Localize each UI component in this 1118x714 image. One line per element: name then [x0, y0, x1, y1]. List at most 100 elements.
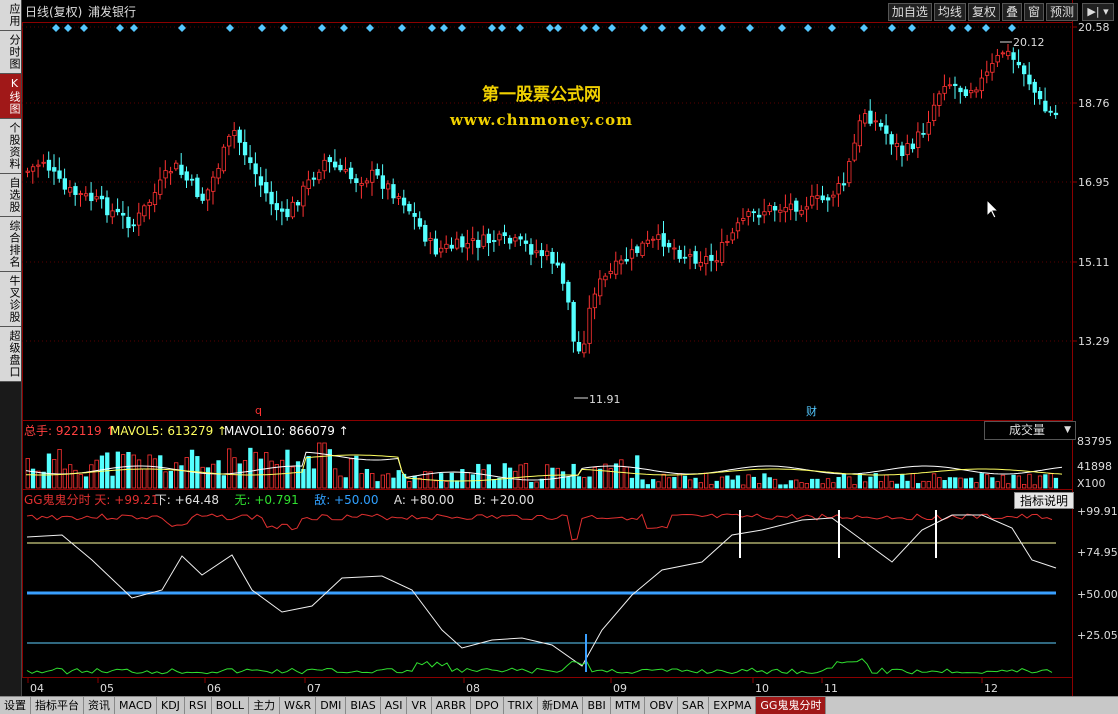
volume-bar	[926, 481, 931, 489]
tab-1[interactable]: 指标平台	[31, 697, 84, 714]
candle-body	[269, 191, 274, 205]
candle-body	[25, 170, 30, 173]
tab-2[interactable]: 资讯	[84, 697, 115, 714]
tab-15[interactable]: TRIX	[504, 697, 538, 714]
candle-body	[375, 168, 380, 176]
volume-bar	[518, 464, 523, 489]
sidebar-item-7[interactable]: 超级盘口	[0, 327, 21, 382]
candle-body	[142, 205, 147, 217]
volume-dropdown[interactable]: 成交量 ▼	[984, 421, 1076, 440]
diamond-marker	[592, 24, 600, 32]
volume-bar	[624, 466, 629, 489]
toolbar-button-3[interactable]: 叠	[1001, 3, 1022, 21]
candle-body	[1048, 110, 1053, 113]
volume-bar	[560, 471, 566, 489]
volume-bar	[587, 476, 592, 489]
candle-body	[751, 211, 756, 214]
candle-body	[926, 122, 931, 135]
tab-22[interactable]: GG鬼鬼分时	[756, 697, 827, 714]
volume-bar	[338, 475, 343, 489]
volume-bar	[884, 474, 889, 489]
candle-body	[264, 182, 269, 194]
tab-4[interactable]: KDJ	[157, 697, 185, 714]
toolbar-button-0[interactable]: 加自选	[887, 3, 932, 21]
tab-6[interactable]: BOLL	[212, 697, 250, 714]
sidebar-item-5[interactable]: 综合排名	[0, 217, 21, 272]
indicator-help-button[interactable]: 指标说明	[1014, 492, 1074, 509]
candle-body	[979, 77, 984, 92]
volume-bar	[921, 480, 926, 489]
tab-21[interactable]: EXPMA	[709, 697, 757, 714]
toolbar-button-5[interactable]: 预测	[1045, 3, 1078, 21]
diamond-marker	[258, 24, 266, 32]
diamond-marker	[226, 24, 234, 32]
diamond-marker	[640, 24, 648, 32]
diamond-marker	[1008, 24, 1016, 32]
volume-legend-2: MAVOL10: 866079 ↑	[224, 424, 349, 438]
tab-9[interactable]: DMI	[316, 697, 347, 714]
volume-bar	[168, 470, 174, 489]
price-axis-label: 20.58	[1078, 21, 1110, 34]
tab-12[interactable]: VR	[407, 697, 432, 714]
tab-19[interactable]: OBV	[645, 697, 678, 714]
sidebar-item-3[interactable]: 个股资料	[0, 119, 21, 174]
toolbar-button-1[interactable]: 均线	[933, 3, 966, 21]
candle-body	[963, 89, 968, 96]
volume-bar	[290, 466, 295, 489]
tab-3[interactable]: MACD	[115, 697, 157, 714]
volume-bar	[57, 449, 62, 489]
price-axis-label: 15.11	[1078, 256, 1110, 269]
candle-body	[370, 169, 375, 183]
tab-17[interactable]: BBI	[583, 697, 611, 714]
volume-bar	[486, 464, 492, 489]
candle-body	[629, 249, 635, 259]
candle-body	[635, 246, 640, 253]
volume-bar	[248, 447, 253, 489]
chart-title: 日线(复权)	[25, 5, 82, 19]
month-label: 08	[466, 682, 480, 695]
sky-line	[26, 513, 1053, 541]
volume-bar	[566, 476, 571, 489]
sidebar-item-4[interactable]: 自选股	[0, 174, 21, 217]
sidebar-item-2[interactable]: K线图	[0, 74, 21, 119]
sidebar-item-0[interactable]: 应用	[0, 0, 21, 31]
tab-5[interactable]: RSI	[185, 697, 212, 714]
sidebar-item-6[interactable]: 牛叉诊股	[0, 272, 21, 327]
candle-body	[184, 171, 189, 181]
candle-body	[73, 186, 78, 195]
tab-0[interactable]: 设置	[0, 697, 31, 714]
diamond-marker	[982, 24, 990, 32]
candle-body	[179, 164, 184, 175]
tab-20[interactable]: SAR	[678, 697, 710, 714]
volume-bar	[958, 477, 963, 489]
candle-body	[136, 212, 142, 226]
tab-13[interactable]: ARBR	[432, 697, 472, 714]
diamond-marker	[498, 24, 506, 32]
tab-7[interactable]: 主力	[249, 697, 281, 714]
tab-10[interactable]: BIAS	[346, 697, 381, 714]
volume-bar	[947, 477, 953, 489]
volume-bar	[847, 476, 852, 489]
arrow-right-bar-icon[interactable]: ▶| ▾	[1082, 3, 1114, 21]
candle-body	[995, 55, 1000, 63]
tab-16[interactable]: 新DMA	[538, 697, 584, 714]
app-window: 应用 分时图 K线图 个股资料 自选股 综合排名 牛叉诊股 超级盘口 日线(复权) 浦发银行 20…	[0, 0, 1118, 714]
volume-bar	[465, 472, 470, 489]
candle-body	[905, 143, 910, 156]
volume-bar	[274, 464, 280, 489]
month-label: 09	[613, 682, 627, 695]
candle-body	[947, 84, 953, 87]
candle-body	[226, 135, 232, 147]
candle-body	[1000, 52, 1006, 55]
tab-8[interactable]: W&R	[280, 697, 317, 714]
month-label: 05	[100, 682, 114, 695]
toolbar-button-4[interactable]: 窗	[1023, 3, 1044, 21]
tab-18[interactable]: MTM	[611, 697, 646, 714]
volume-bar	[343, 477, 348, 489]
sidebar-item-1[interactable]: 分时图	[0, 31, 21, 74]
toolbar-button-2[interactable]: 复权	[967, 3, 1000, 21]
tab-11[interactable]: ASI	[381, 697, 408, 714]
candle-body	[598, 278, 603, 297]
volume-bar	[794, 479, 799, 489]
tab-14[interactable]: DPO	[471, 697, 504, 714]
